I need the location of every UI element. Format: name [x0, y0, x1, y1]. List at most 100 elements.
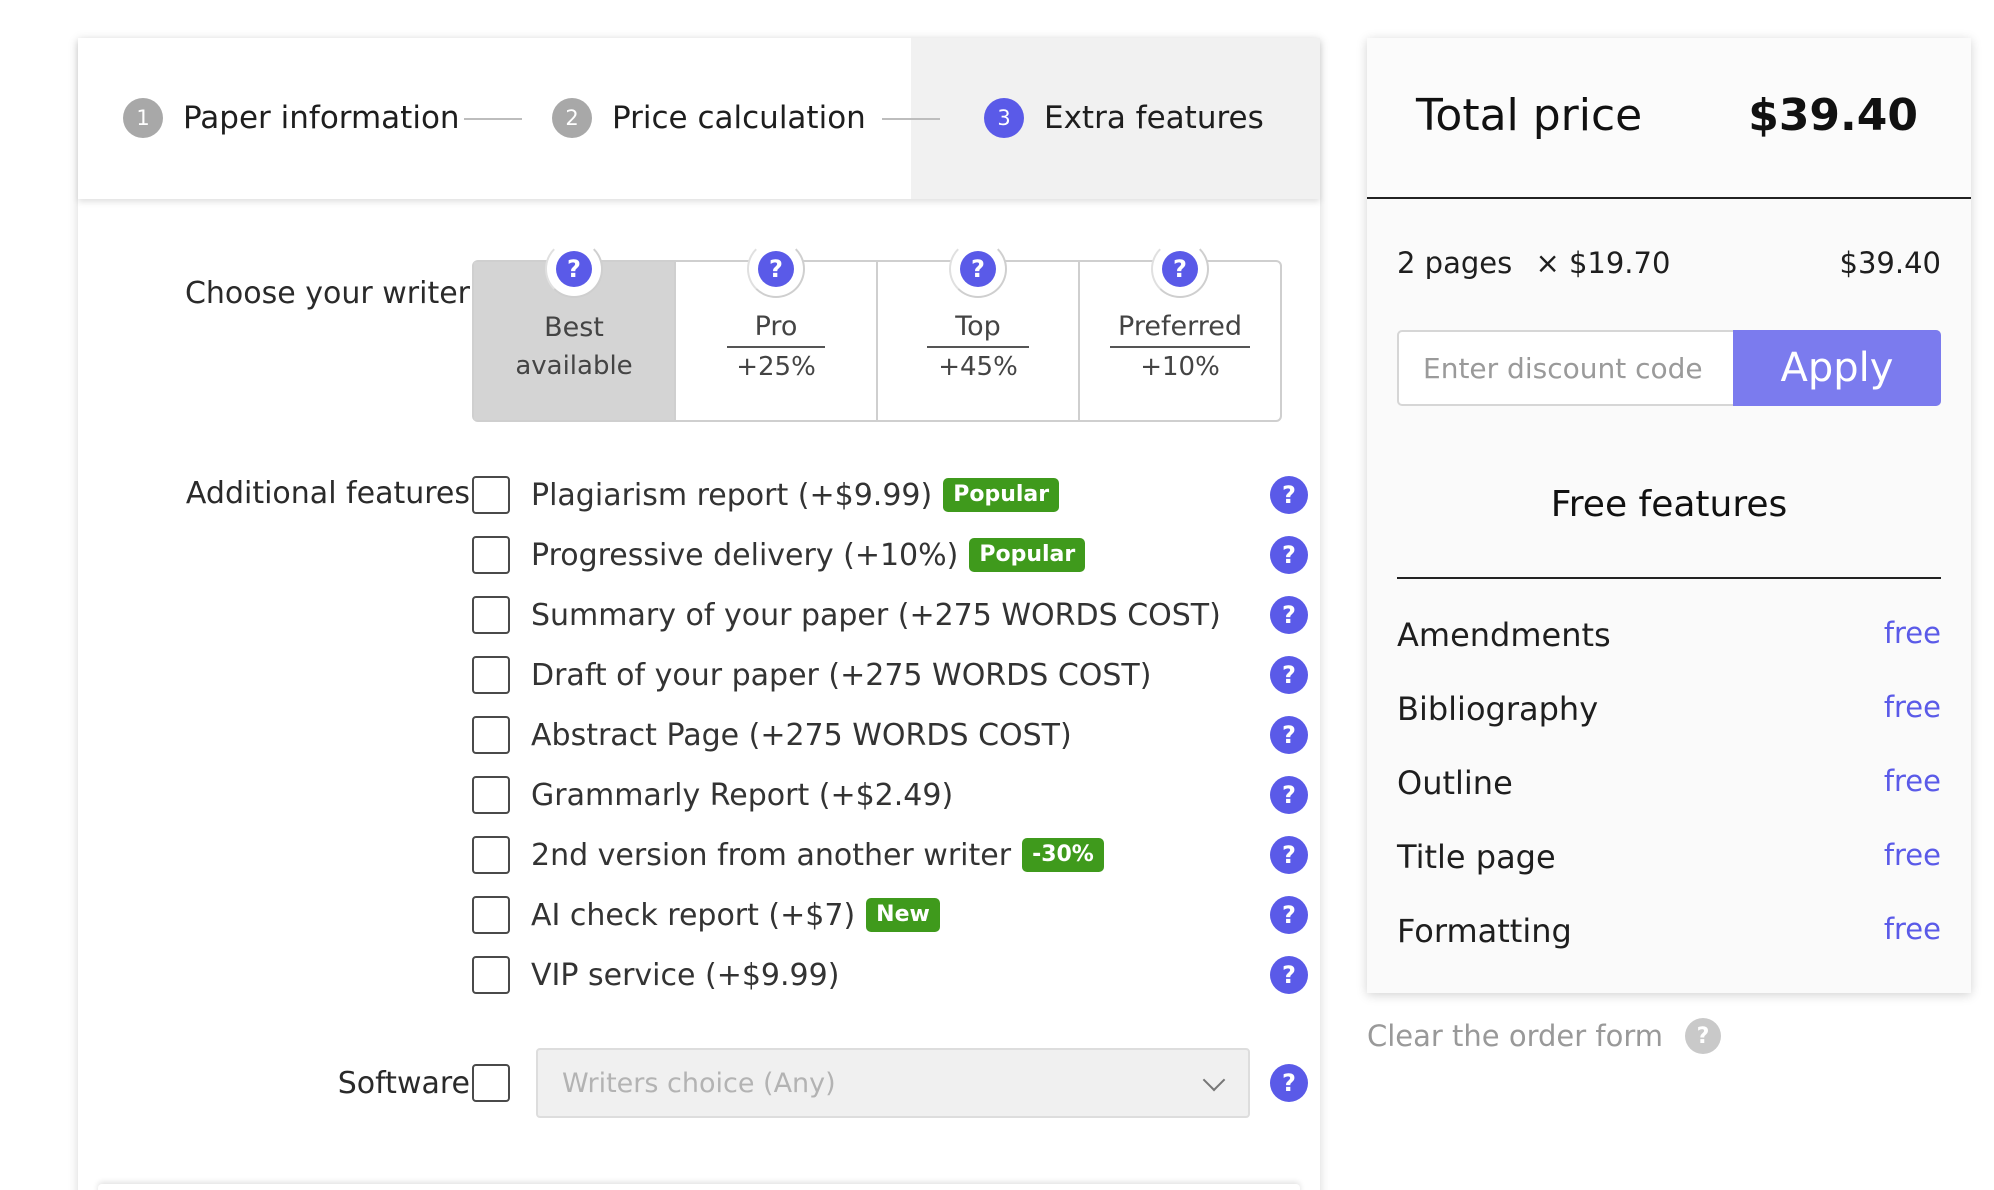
- software-selected-value: Writers choice (Any): [562, 1067, 836, 1099]
- free-feature-name: Title page: [1397, 838, 1556, 876]
- help-icon[interactable]: ?: [1270, 476, 1308, 514]
- help-icon[interactable]: ?: [556, 251, 592, 287]
- help-icon[interactable]: ?: [1270, 776, 1308, 814]
- clear-order-form-link[interactable]: Clear the order form: [1367, 1019, 1663, 1053]
- feature-draft: Draft of your paper (+275 WORDS COST) ?: [472, 654, 1308, 696]
- writer-option-name: Best: [544, 312, 604, 343]
- free-feature-row: Amendments free: [1397, 616, 1941, 656]
- feature-label: Progressive delivery (+10%): [531, 537, 959, 573]
- software-select[interactable]: Writers choice (Any): [536, 1048, 1250, 1118]
- step-number: 2: [552, 98, 592, 138]
- feature-label: Abstract Page (+275 WORDS COST): [531, 717, 1072, 753]
- feature-label: Draft of your paper (+275 WORDS COST): [531, 657, 1152, 693]
- chevron-down-icon: [1202, 1068, 1226, 1092]
- feature-label: Plagiarism report (+$9.99): [531, 477, 933, 513]
- discount-code-field: Enter discount code Apply: [1397, 330, 1941, 406]
- writer-option-name: Preferred: [1110, 308, 1250, 348]
- software-label: Software: [337, 1066, 470, 1101]
- price-summary-card: Total price $39.40 2 pages × $19.70 $39.…: [1367, 38, 1971, 993]
- free-feature-name: Amendments: [1397, 616, 1611, 654]
- feature-vip-service: VIP service (+$9.99) ?: [472, 954, 1308, 996]
- step-number: 3: [984, 98, 1024, 138]
- free-feature-name: Formatting: [1397, 912, 1572, 950]
- unit-price: × $19.70: [1535, 246, 1671, 280]
- writer-option-price: +45%: [938, 352, 1018, 382]
- help-icon[interactable]: ?: [960, 251, 996, 287]
- total-price-value: $39.40: [1748, 90, 1918, 141]
- feature-label: 2nd version from another writer: [531, 837, 1012, 873]
- help-icon-wrapper: ?: [1151, 240, 1209, 298]
- feature-label: AI check report (+$7): [531, 897, 856, 933]
- feature-checkbox[interactable]: [472, 596, 510, 634]
- writer-option-pro[interactable]: ? Pro +25%: [676, 240, 878, 420]
- writer-option-top[interactable]: ? Top +45%: [878, 240, 1080, 420]
- feature-checkbox[interactable]: [472, 716, 510, 754]
- line-total: $39.40: [1839, 246, 1941, 280]
- popular-badge: Popular: [969, 538, 1086, 572]
- divider: [1397, 577, 1941, 579]
- feature-label: Grammarly Report (+$2.49): [531, 777, 954, 813]
- new-badge: New: [866, 898, 940, 932]
- feature-checkbox[interactable]: [472, 656, 510, 694]
- free-feature-value: free: [1883, 838, 1941, 872]
- feature-checkbox[interactable]: [472, 476, 510, 514]
- free-feature-value: free: [1883, 690, 1941, 724]
- help-icon[interactable]: ?: [1270, 596, 1308, 634]
- step-number: 1: [123, 98, 163, 138]
- clear-order-form: Clear the order form ?: [1367, 1018, 1722, 1054]
- software-checkbox[interactable]: [472, 1064, 510, 1102]
- help-icon[interactable]: ?: [1270, 836, 1308, 874]
- total-price-header: Total price $39.40: [1367, 38, 1971, 199]
- help-icon[interactable]: ?: [1270, 1064, 1308, 1102]
- step-paper-information[interactable]: 1 Paper information: [123, 98, 460, 138]
- writer-option-price: available: [515, 351, 633, 381]
- feature-checkbox[interactable]: [472, 536, 510, 574]
- feature-checkbox[interactable]: [472, 956, 510, 994]
- feature-label: Summary of your paper (+275 WORDS COST): [531, 597, 1221, 633]
- feature-summary: Summary of your paper (+275 WORDS COST) …: [472, 594, 1308, 636]
- help-icon[interactable]: ?: [1270, 656, 1308, 694]
- feature-checkbox[interactable]: [472, 836, 510, 874]
- help-icon[interactable]: ?: [758, 251, 794, 287]
- feature-checkbox[interactable]: [472, 896, 510, 934]
- price-calculation-row: 2 pages × $19.70 $39.40: [1397, 246, 1941, 280]
- free-feature-value: free: [1883, 764, 1941, 798]
- help-icon[interactable]: ?: [1685, 1018, 1722, 1054]
- help-icon[interactable]: ?: [1270, 716, 1308, 754]
- apply-button[interactable]: Apply: [1733, 330, 1941, 406]
- free-feature-row: Outline free: [1397, 764, 1941, 804]
- help-icon[interactable]: ?: [1270, 956, 1308, 994]
- step-label: Paper information: [183, 100, 460, 136]
- free-feature-value: free: [1883, 912, 1941, 946]
- step-price-calculation[interactable]: 2 Price calculation: [552, 98, 866, 138]
- additional-features-label: Additional features: [185, 476, 470, 511]
- step-extra-features[interactable]: 3 Extra features: [984, 98, 1264, 138]
- writer-option-best-available[interactable]: ? Best available: [474, 240, 676, 420]
- writer-option-name: Top: [927, 308, 1029, 348]
- writer-option-price: +25%: [736, 352, 816, 382]
- free-feature-value: free: [1883, 616, 1941, 650]
- feature-grammarly-report: Grammarly Report (+$2.49) ?: [472, 774, 1308, 816]
- help-icon[interactable]: ?: [1270, 536, 1308, 574]
- step-label: Extra features: [1044, 100, 1264, 136]
- help-icon[interactable]: ?: [1162, 251, 1198, 287]
- free-feature-name: Bibliography: [1397, 690, 1599, 728]
- writer-option-name: Pro: [726, 308, 826, 348]
- help-icon-wrapper: ?: [949, 240, 1007, 298]
- writer-option-preferred[interactable]: ? Preferred +10%: [1080, 240, 1280, 420]
- order-form-card: 1 Paper information 2 Price calculation …: [78, 38, 1320, 1190]
- free-feature-row: Formatting free: [1397, 912, 1941, 952]
- discount-badge: -30%: [1022, 838, 1104, 872]
- free-feature-name: Outline: [1397, 764, 1513, 802]
- next-section-card: [98, 1184, 1300, 1190]
- order-stepper: 1 Paper information 2 Price calculation …: [78, 38, 1320, 199]
- popular-badge: Popular: [943, 478, 1060, 512]
- step-connector: [882, 118, 940, 120]
- choose-writer-label: Choose your writer: [184, 276, 470, 311]
- discount-code-input[interactable]: Enter discount code: [1423, 352, 1703, 385]
- pages-count: 2 pages: [1397, 246, 1513, 280]
- free-features-title: Free features: [1550, 484, 1788, 525]
- step-label: Price calculation: [612, 100, 866, 136]
- help-icon[interactable]: ?: [1270, 896, 1308, 934]
- feature-checkbox[interactable]: [472, 776, 510, 814]
